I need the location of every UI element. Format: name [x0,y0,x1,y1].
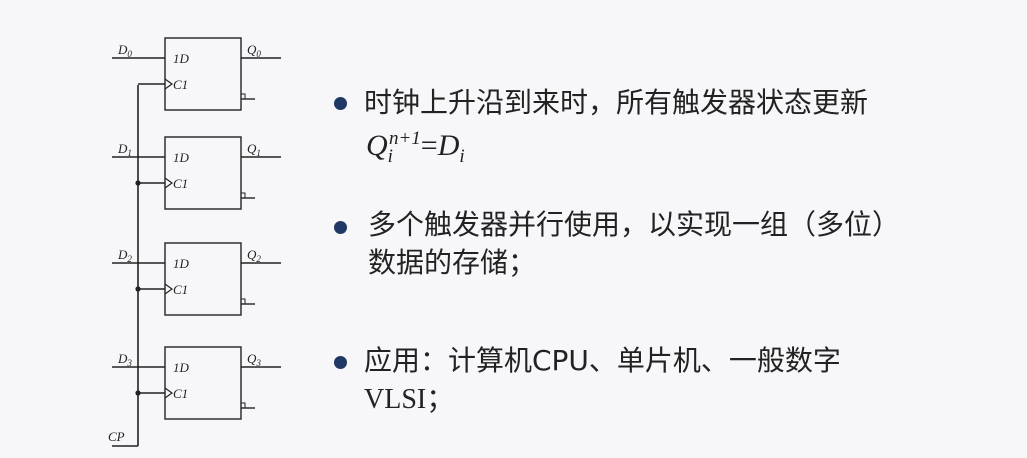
q-output-label: Q0 [247,42,261,59]
register-formula: Qin+1=Di [366,128,465,168]
flip-flop-box [164,346,242,420]
flip-flop-clock-pin-label: C1 [173,282,188,297]
flip-flop-box [164,136,242,210]
bullet-dot [334,97,347,110]
flip-flop-data-pin-label: 1D [173,51,190,66]
slide: D0 Q0 1D C1 D1 Q1 1D C1 D2 Q2 1D C1 D3 Q3 1D C1 CP 时钟上升… [0,0,1027,458]
flip-flop-data-pin-label: 1D [173,360,190,375]
bullet-3-text-line1: 应用：计算机CPU、单片机、一般数字 [364,344,841,377]
clock-edge-symbol [164,78,174,90]
flip-flop-clock-pin-label: C1 [173,386,188,401]
bullet-1-text: 时钟上升沿到来时，所有触发器状态更新 [364,86,869,119]
flip-flop-data-pin-label: 1D [173,256,190,271]
register-circuit-diagram: D0 Q0 1D C1 D1 Q1 1D C1 D2 Q2 1D C1 D3 Q3 1D C1 CP [108,37,281,447]
flip-flop-box [164,242,242,316]
clock-edge-symbol [164,177,174,189]
bullet-2-text-line1: 多个触发器并行使用，以实现一组（多位） [368,208,901,241]
clock-edge-symbol [164,283,174,295]
data-input-label: D1 [117,141,132,158]
q-output-label: Q3 [247,351,261,368]
formula-d-sub: i [459,146,465,167]
bullet-3-text-line2: VLSI； [364,384,455,415]
bullet-dot [334,356,347,369]
formula-d: D [437,129,460,162]
formula-q-sub: i [387,146,393,167]
data-input-label: D2 [117,247,132,264]
flip-flop-clock-pin-label: C1 [173,176,188,191]
q-output-label: Q2 [247,247,261,264]
clock-label: CP [108,429,125,444]
flip-flop-data-pin-label: 1D [173,150,190,165]
flip-flop-clock-pin-label: C1 [173,77,188,92]
formula-eq: = [420,129,438,162]
bullet-dot [334,221,347,234]
bullet-2-text-line2: 数据的存储； [368,246,537,279]
data-input-label: D3 [117,351,132,368]
clock-edge-symbol [164,387,174,399]
formula-q-sup: n+1 [388,128,421,149]
formula-q: Q [366,129,388,162]
data-input-label: D0 [117,42,132,59]
flip-flop-box [164,37,242,111]
q-output-label: Q1 [247,141,261,158]
